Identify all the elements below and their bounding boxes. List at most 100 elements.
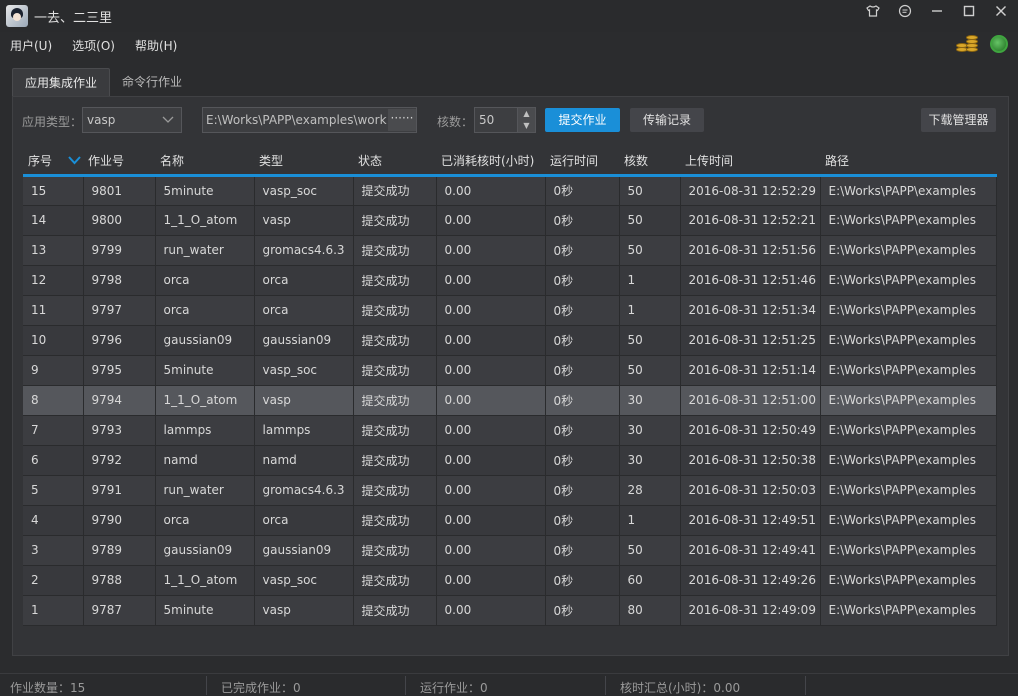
cell-cores: 60 (619, 565, 681, 596)
cell-name: run_water (155, 235, 255, 266)
submit-job-button[interactable]: 提交作业 (545, 108, 620, 132)
cell-core-hours: 0.00 (436, 505, 546, 536)
table-row[interactable]: 3 9789 gaussian09 gaussian09 提交成功 0.00 0秒 50 201… (23, 535, 997, 566)
cell-type: vasp_soc (254, 355, 354, 386)
cell-status: 提交成功 (353, 325, 437, 356)
spin-up-icon[interactable]: ▲ (517, 108, 535, 120)
cell-type: lammps (254, 415, 354, 446)
maximize-icon[interactable] (960, 2, 978, 20)
table-row[interactable]: 7 9793 lammps lammps 提交成功 0.00 0秒 30 2016-08-31 … (23, 415, 997, 446)
table-row[interactable]: 5 9791 run_water gromacs4.6.3 提交成功 0.00 0秒 28 20… (23, 475, 997, 506)
transfer-log-button[interactable]: 传输记录 (630, 108, 704, 132)
menu-user[interactable]: 用户(U) (10, 37, 52, 54)
column-header-index[interactable]: 序号 (23, 147, 83, 177)
table-row[interactable]: 12 9798 orca orca 提交成功 0.00 0秒 1 2016-08-31 12:5… (23, 265, 997, 296)
cell-core-hours: 0.00 (436, 595, 546, 626)
menu-bar: 用户(U) 选项(O) 帮助(H) (0, 32, 1018, 58)
cell-index: 3 (23, 535, 84, 566)
table-row[interactable]: 10 9796 gaussian09 gaussian09 提交成功 0.00 0秒 50 20… (23, 325, 997, 356)
cores-spinbox[interactable]: 50 ▲ ▼ (474, 107, 536, 133)
cell-name: 1_1_O_atom (155, 205, 255, 236)
cell-path: E:\Works\PAPP\examples (820, 325, 997, 356)
cell-status: 提交成功 (353, 415, 437, 446)
column-header-runtime[interactable]: 运行时间 (545, 147, 619, 177)
cell-upload-time: 2016-08-31 12:50:49 (680, 415, 821, 446)
tab-app-jobs[interactable]: 应用集成作业 (12, 68, 111, 96)
path-input[interactable]: E:\Works\PAPP\examples\work ······ (202, 107, 417, 133)
column-header-status[interactable]: 状态 (353, 147, 436, 177)
cell-status: 提交成功 (353, 175, 437, 206)
cell-upload-time: 2016-08-31 12:50:38 (680, 445, 821, 476)
column-header-upload-time[interactable]: 上传时间 (680, 147, 820, 177)
cell-type: gaussian09 (254, 535, 354, 566)
cell-job-id: 9791 (83, 475, 156, 506)
cell-cores: 1 (619, 295, 681, 326)
column-header-job-id[interactable]: 作业号 (83, 147, 155, 177)
table-row[interactable]: 9 9795 5minute vasp_soc 提交成功 0.00 0秒 50 2016-08-… (23, 355, 997, 386)
cell-cores: 30 (619, 385, 681, 416)
download-manager-button[interactable]: 下载管理器 (921, 108, 996, 132)
browse-button[interactable]: ······ (388, 109, 416, 131)
cell-name: 5minute (155, 175, 255, 206)
table-row[interactable]: 8 9794 1_1_O_atom vasp 提交成功 0.00 0秒 30 2016-08-3… (23, 385, 997, 416)
cell-path: E:\Works\PAPP\examples (820, 175, 997, 206)
cell-job-id: 9790 (83, 505, 156, 536)
menu-options[interactable]: 选项(O) (72, 37, 115, 54)
cell-type: vasp (254, 385, 354, 416)
cores-label: 核数： (437, 115, 474, 129)
app-type-select[interactable]: vasp (82, 107, 182, 133)
title-bar: 一去、二三里 (0, 0, 1018, 32)
table-row[interactable]: 1 9787 5minute vasp 提交成功 0.00 0秒 80 2016-08-31 1… (23, 595, 997, 626)
chevron-down-icon (161, 111, 175, 135)
cell-runtime: 0秒 (545, 265, 620, 296)
cell-index: 4 (23, 505, 84, 536)
tab-cli-jobs[interactable]: 命令行作业 (110, 68, 194, 96)
cell-path: E:\Works\PAPP\examples (820, 595, 997, 626)
status-divider (405, 676, 406, 695)
table-row[interactable]: 13 9799 run_water gromacs4.6.3 提交成功 0.00 0秒 50 2… (23, 235, 997, 266)
sort-descending-icon[interactable] (64, 154, 81, 169)
spin-down-icon[interactable]: ▼ (517, 120, 535, 132)
cell-path: E:\Works\PAPP\examples (820, 385, 997, 416)
message-icon[interactable] (896, 2, 914, 20)
cell-status: 提交成功 (353, 535, 437, 566)
column-header-type[interactable]: 类型 (254, 147, 353, 177)
shirt-icon[interactable] (864, 2, 882, 20)
cell-cores: 80 (619, 595, 681, 626)
cell-upload-time: 2016-08-31 12:51:25 (680, 325, 821, 356)
cell-runtime: 0秒 (545, 475, 620, 506)
cell-runtime: 0秒 (545, 445, 620, 476)
cell-name: gaussian09 (155, 325, 255, 356)
table-row[interactable]: 14 9800 1_1_O_atom vasp 提交成功 0.00 0秒 50 2016-08-… (23, 205, 997, 236)
cell-type: gaussian09 (254, 325, 354, 356)
column-header-name[interactable]: 名称 (155, 147, 254, 177)
close-icon[interactable] (992, 2, 1010, 20)
table-row[interactable]: 4 9790 orca orca 提交成功 0.00 0秒 1 2016-08-31 12:49… (23, 505, 997, 536)
cell-type: orca (254, 265, 354, 296)
status-core-hours: 核时汇总(小时)：0.00 (620, 681, 741, 695)
column-header-path[interactable]: 路径 (820, 147, 996, 177)
globe-icon[interactable] (990, 35, 1008, 53)
table-row[interactable]: 6 9792 namd namd 提交成功 0.00 0秒 30 2016-08-31 12:5… (23, 445, 997, 476)
coins-icon[interactable] (956, 35, 980, 53)
cell-cores: 50 (619, 175, 681, 206)
minimize-icon[interactable] (928, 2, 946, 20)
table-header: 序号 作业号 名称 类型 状态 已消耗核时(小时) 运行时间 核数 上传时间 路… (23, 147, 996, 177)
table-row[interactable]: 11 9797 orca orca 提交成功 0.00 0秒 1 2016-08-31 12:5… (23, 295, 997, 326)
column-header-core-hours[interactable]: 已消耗核时(小时) (436, 147, 545, 177)
window-title: 一去、二三里 (34, 10, 113, 26)
cell-index: 14 (23, 205, 84, 236)
cell-path: E:\Works\PAPP\examples (820, 505, 997, 536)
menu-help[interactable]: 帮助(H) (135, 37, 177, 54)
status-divider (605, 676, 606, 695)
column-header-cores[interactable]: 核数 (619, 147, 680, 177)
cell-type: vasp (254, 205, 354, 236)
table-row[interactable]: 2 9788 1_1_O_atom vasp_soc 提交成功 0.00 0秒 60 2016-… (23, 565, 997, 596)
cell-core-hours: 0.00 (436, 415, 546, 446)
cell-status: 提交成功 (353, 295, 437, 326)
table-row[interactable]: 15 9801 5minute vasp_soc 提交成功 0.00 0秒 50 2016-08… (23, 175, 997, 206)
cell-status: 提交成功 (353, 385, 437, 416)
cell-path: E:\Works\PAPP\examples (820, 415, 997, 446)
cell-status: 提交成功 (353, 595, 437, 626)
cell-core-hours: 0.00 (436, 235, 546, 266)
